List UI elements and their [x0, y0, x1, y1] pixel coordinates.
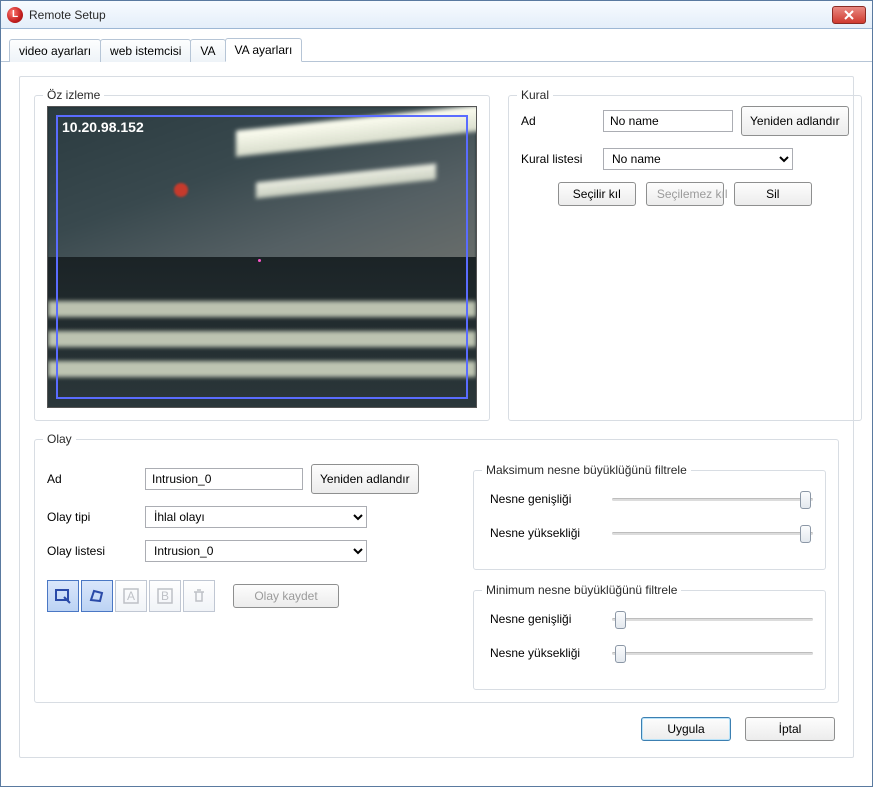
app-logo-icon: L — [7, 7, 23, 23]
rule-name-input[interactable] — [603, 110, 733, 132]
rule-legend: Kural — [517, 88, 553, 102]
tool-zone-b-button: B — [149, 580, 181, 612]
tab-bar: video ayarları web istemcisi VA VA ayarl… — [1, 29, 872, 62]
trash-icon — [190, 587, 208, 605]
min-filter-legend: Minimum nesne büyüklüğünü filtrele — [482, 583, 681, 597]
max-height-label: Nesne yüksekliği — [490, 526, 602, 540]
svg-text:A: A — [127, 589, 135, 603]
close-icon — [843, 10, 855, 20]
rule-unselectable-button[interactable]: Seçilemez kıl — [646, 182, 724, 206]
rule-selectable-button[interactable]: Seçilir kıl — [558, 182, 636, 206]
draw-rect-icon — [54, 587, 72, 605]
min-height-label: Nesne yüksekliği — [490, 646, 602, 660]
window-close-button[interactable] — [832, 6, 866, 24]
tab-va[interactable]: VA — [190, 39, 225, 62]
roi-rectangle — [56, 115, 468, 399]
tab-web-client[interactable]: web istemcisi — [100, 39, 191, 62]
tab-va-settings[interactable]: VA ayarları — [225, 38, 303, 62]
zone-a-icon: A — [122, 587, 140, 605]
dialog-footer: Uygula İptal — [34, 717, 839, 741]
event-type-label: Olay tipi — [47, 510, 137, 524]
content-area: Öz izleme 10.20.98.152 Ku — [1, 62, 872, 772]
min-width-label: Nesne genişliği — [490, 612, 602, 626]
event-toolbar: A B Olay kaydet — [47, 580, 457, 612]
event-list-select[interactable]: Intrusion_0 — [145, 540, 367, 562]
event-save-button[interactable]: Olay kaydet — [233, 584, 339, 608]
tool-delete-zone-button — [183, 580, 215, 612]
svg-text:B: B — [161, 589, 169, 603]
rule-group: Kural Ad Yeniden adlandır Kural listesi … — [508, 95, 862, 421]
event-list-label: Olay listesi — [47, 544, 137, 558]
min-height-slider[interactable] — [612, 643, 813, 663]
preview-group: Öz izleme 10.20.98.152 — [34, 95, 490, 421]
preview-ip-overlay: 10.20.98.152 — [62, 119, 144, 135]
event-name-input[interactable] — [145, 468, 303, 490]
min-width-slider[interactable] — [612, 609, 813, 629]
cancel-button[interactable]: İptal — [745, 717, 835, 741]
titlebar: L Remote Setup — [1, 1, 872, 29]
tool-draw-rect-button[interactable] — [47, 580, 79, 612]
event-rename-button[interactable]: Yeniden adlandır — [311, 464, 419, 494]
rule-delete-button[interactable]: Sil — [734, 182, 812, 206]
rule-list-label: Kural listesi — [521, 152, 595, 166]
tab-video-settings[interactable]: video ayarları — [9, 39, 101, 62]
window-title: Remote Setup — [29, 8, 106, 22]
rule-list-select[interactable]: No name — [603, 148, 793, 170]
max-width-slider[interactable] — [612, 489, 813, 509]
tool-draw-poly-button[interactable] — [81, 580, 113, 612]
tool-zone-a-button: A — [115, 580, 147, 612]
event-left-panel: Ad Yeniden adlandır Olay tipi İhlal olay… — [47, 464, 457, 690]
draw-poly-icon — [88, 587, 106, 605]
main-panel: Öz izleme 10.20.98.152 Ku — [19, 76, 854, 758]
event-type-select[interactable]: İhlal olayı — [145, 506, 367, 528]
rule-name-label: Ad — [521, 114, 595, 128]
event-legend: Olay — [43, 432, 76, 446]
max-height-slider[interactable] — [612, 523, 813, 543]
max-width-label: Nesne genişliği — [490, 492, 602, 506]
roi-center-dot-icon — [258, 259, 261, 262]
video-preview[interactable]: 10.20.98.152 — [47, 106, 477, 408]
event-group: Olay Ad Yeniden adlandır Olay tipi İhlal… — [34, 439, 839, 703]
event-name-label: Ad — [47, 472, 137, 486]
min-filter-group: Minimum nesne büyüklüğünü filtrele Nesne… — [473, 590, 826, 690]
max-filter-legend: Maksimum nesne büyüklüğünü filtrele — [482, 463, 691, 477]
remote-setup-window: L Remote Setup video ayarları web istemc… — [0, 0, 873, 787]
max-filter-group: Maksimum nesne büyüklüğünü filtrele Nesn… — [473, 470, 826, 570]
rule-rename-button[interactable]: Yeniden adlandır — [741, 106, 849, 136]
preview-legend: Öz izleme — [43, 88, 104, 102]
apply-button[interactable]: Uygula — [641, 717, 731, 741]
zone-b-icon: B — [156, 587, 174, 605]
